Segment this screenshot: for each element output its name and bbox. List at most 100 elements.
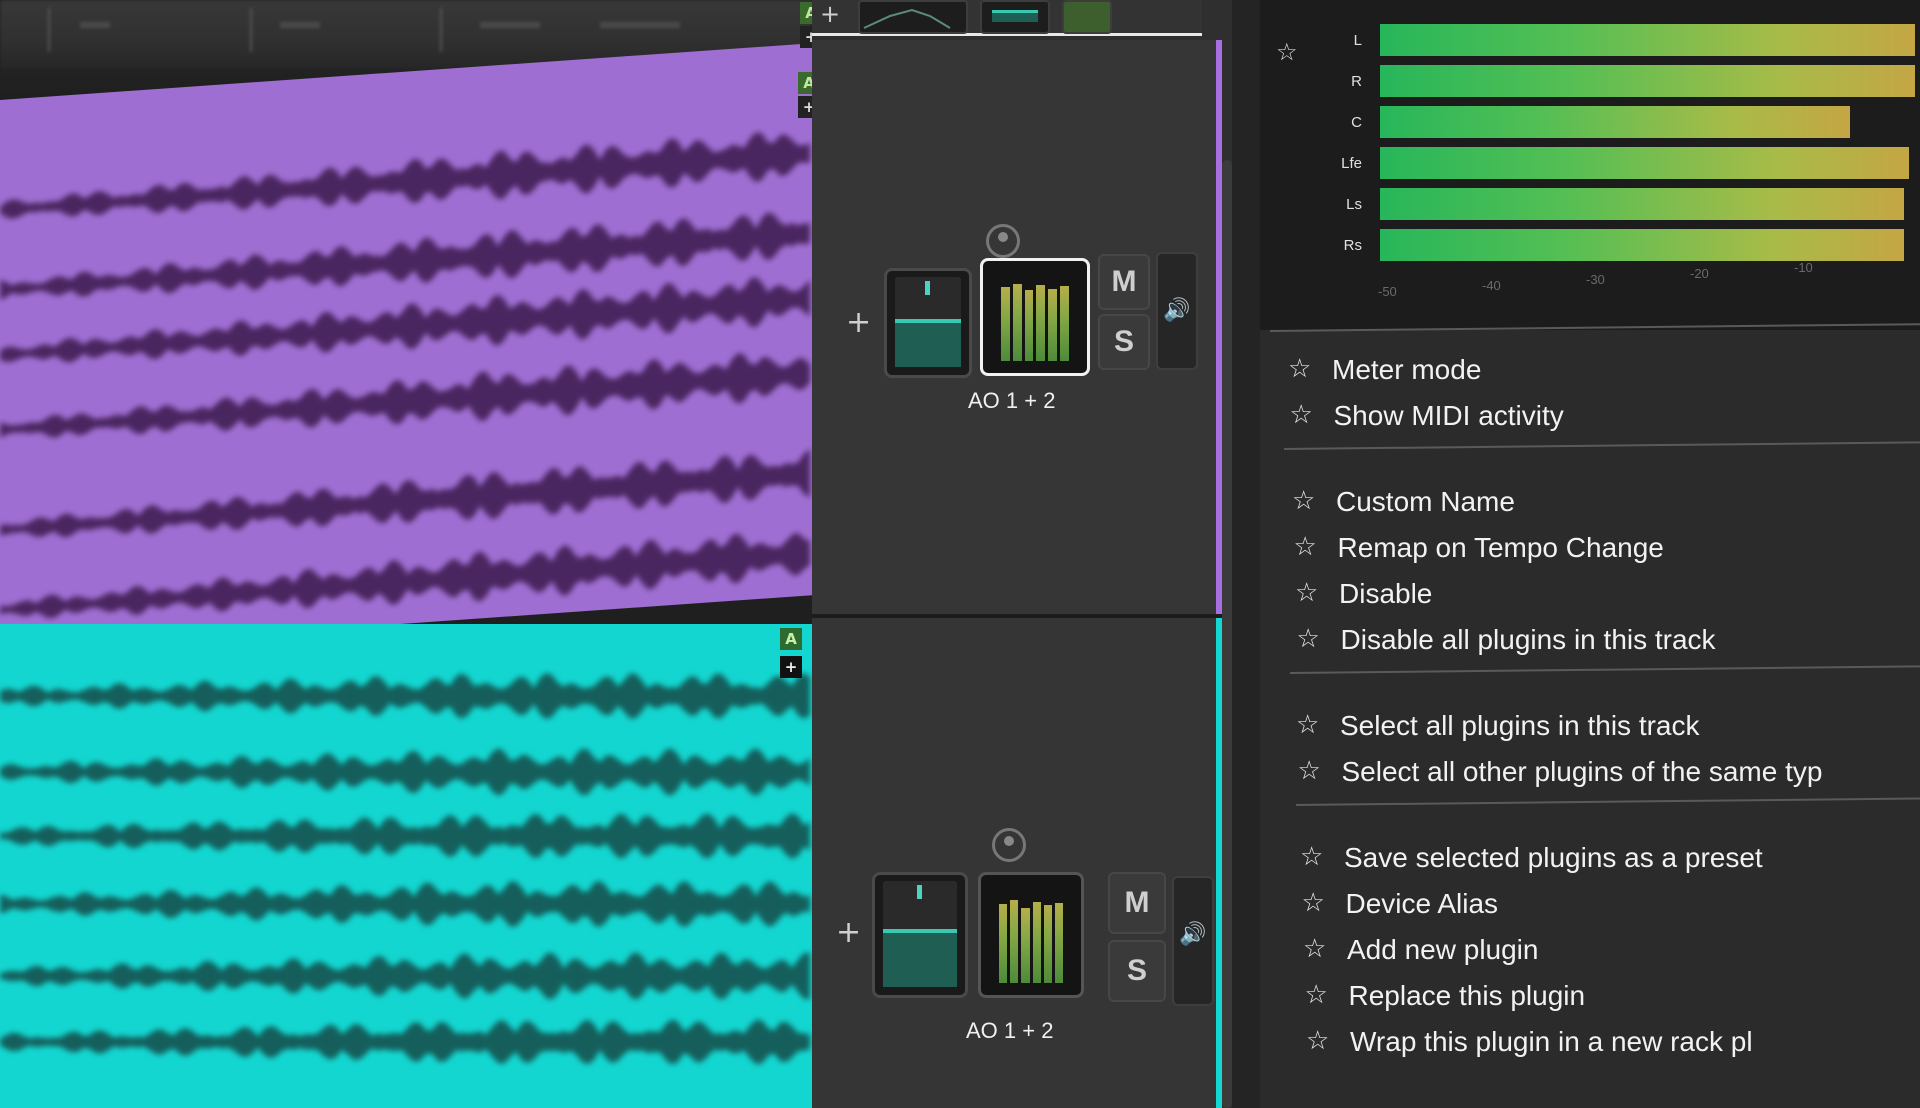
meter-channel-bar xyxy=(1380,147,1909,179)
menu-separator xyxy=(1296,797,1920,806)
clip-add-button[interactable]: + xyxy=(780,656,802,678)
context-menu-item[interactable]: ☆ Disable all plugins in this track xyxy=(1297,622,1913,658)
context-menu-item-label: Add new plugin xyxy=(1347,934,1539,965)
solo-button[interactable]: S xyxy=(1108,940,1166,1002)
favorite-star-icon[interactable]: ☆ xyxy=(1276,40,1298,64)
level-meter-bars xyxy=(999,891,1064,983)
volume-fader-plugin[interactable] xyxy=(884,268,972,378)
mute-button[interactable]: M xyxy=(1098,254,1150,310)
input-monitor-icon[interactable] xyxy=(992,828,1026,862)
favorite-star-icon[interactable]: ☆ xyxy=(1290,400,1313,430)
menu-separator xyxy=(1290,665,1920,674)
clip-add-button[interactable]: + xyxy=(800,26,812,48)
favorite-star-icon[interactable]: ☆ xyxy=(1306,1026,1329,1056)
add-plugin-icon[interactable]: + xyxy=(820,2,840,26)
audio-clip-track-1[interactable] xyxy=(0,43,812,653)
context-menu-item-label: Select all other plugins of the same typ xyxy=(1341,756,1823,787)
eq-thumbnail[interactable] xyxy=(858,0,968,34)
meter-channel-bar xyxy=(1380,229,1904,261)
clip-automation-flag[interactable]: A xyxy=(798,72,812,94)
volume-fader-plugin[interactable] xyxy=(872,872,968,998)
meter-scale-label: -20 xyxy=(1690,266,1709,281)
favorite-star-icon[interactable]: ☆ xyxy=(1303,934,1326,964)
favorite-star-icon[interactable]: ☆ xyxy=(1288,354,1311,384)
context-menu-item-label: Show MIDI activity xyxy=(1333,400,1564,431)
context-menu-item[interactable]: ☆ Disable xyxy=(1295,576,1911,612)
fader-handle[interactable] xyxy=(925,281,930,295)
audio-clip-track-2[interactable] xyxy=(0,624,812,1108)
solo-button[interactable]: S xyxy=(1098,314,1150,370)
context-menu-item[interactable]: ☆ Custom Name xyxy=(1292,484,1908,520)
waveform-channel xyxy=(0,952,810,1000)
favorite-star-icon[interactable]: ☆ xyxy=(1294,532,1317,562)
waveform-channel xyxy=(0,1019,810,1065)
favorite-star-icon[interactable]: ☆ xyxy=(1298,756,1321,786)
arrangement-area[interactable]: A + A + A + xyxy=(0,0,812,1108)
track-header-above[interactable]: + xyxy=(812,0,1202,36)
context-menu-item[interactable]: ☆ Device Alias xyxy=(1302,886,1910,922)
waveform-channel xyxy=(0,813,810,859)
waveform-channel xyxy=(0,532,810,619)
meter-scale-label: -40 xyxy=(1482,278,1501,293)
meter-scale-label: -50 xyxy=(1378,284,1397,299)
favorite-star-icon[interactable]: ☆ xyxy=(1302,888,1325,918)
output-routing-label[interactable]: AO 1 + 2 xyxy=(966,1018,1053,1044)
waveform-channel xyxy=(0,448,810,538)
context-menu-item[interactable]: ☆ Show MIDI activity xyxy=(1290,398,1910,434)
favorite-star-icon[interactable]: ☆ xyxy=(1292,486,1315,516)
clip-automation-flag[interactable]: A xyxy=(800,2,812,24)
meter-channel-label: L xyxy=(1353,32,1362,49)
meter-channel-bar xyxy=(1380,188,1904,220)
track-header-1[interactable]: + M S 🔊 AO 1 + 2 xyxy=(812,40,1222,615)
meter-channel-label: Lfe xyxy=(1341,155,1362,172)
context-menu-item[interactable]: ☆ Wrap this plugin in a new rack pl xyxy=(1306,1024,1914,1060)
waveform-channel xyxy=(0,276,810,363)
add-plugin-icon[interactable]: + xyxy=(846,308,871,338)
meter-channel-label: Rs xyxy=(1343,237,1362,254)
meter-channel-bar xyxy=(1380,24,1915,56)
favorite-star-icon[interactable]: ☆ xyxy=(1297,624,1320,654)
track-scrollbar[interactable] xyxy=(1222,160,1232,1108)
favorite-star-icon[interactable]: ☆ xyxy=(1300,842,1323,872)
waveform-channel xyxy=(0,672,810,720)
context-menu-item[interactable]: ☆ Add new plugin xyxy=(1303,932,1911,968)
favorite-star-icon[interactable]: ☆ xyxy=(1296,710,1319,740)
surround-meter: ☆ L R C Lfe Ls Rs -50 -40 -30 -20 -10 xyxy=(1260,0,1920,330)
favorite-star-icon[interactable]: ☆ xyxy=(1305,980,1328,1010)
context-menu-item-label: Wrap this plugin in a new rack pl xyxy=(1350,1026,1753,1057)
add-plugin-icon[interactable]: + xyxy=(836,918,861,948)
mute-button[interactable]: M xyxy=(1108,872,1166,934)
waveform-channel xyxy=(0,132,810,219)
meter-channel-bar xyxy=(1380,65,1915,97)
meter-thumbnail[interactable] xyxy=(1062,0,1112,34)
menu-separator xyxy=(1284,441,1920,450)
context-menu-item-label: Device Alias xyxy=(1345,888,1499,919)
meter-scale-label: -30 xyxy=(1586,272,1605,287)
input-monitor-icon[interactable] xyxy=(986,224,1020,258)
context-menu-item[interactable]: ☆ Save selected plugins as a preset xyxy=(1300,840,1908,876)
waveform-channel xyxy=(0,352,810,438)
context-menu-item[interactable]: ☆ Remap on Tempo Change xyxy=(1294,530,1910,566)
waveform-channel xyxy=(0,880,810,928)
speaker-glyph: 🔊 xyxy=(1163,298,1191,323)
fader-handle[interactable] xyxy=(917,885,922,899)
clip-add-button[interactable]: + xyxy=(798,96,812,118)
context-menu-item-label: Custom Name xyxy=(1336,486,1515,517)
favorite-star-icon[interactable]: ☆ xyxy=(1295,578,1318,608)
context-menu-item[interactable]: ☆ Replace this plugin xyxy=(1305,978,1913,1014)
output-routing-label[interactable]: AO 1 + 2 xyxy=(968,388,1055,414)
context-menu-item-label: Replace this plugin xyxy=(1348,980,1586,1011)
context-panel: ☆ L R C Lfe Ls Rs -50 -40 -30 -20 -10 ☆ Meter mode… xyxy=(1260,0,1920,1108)
speaker-icon[interactable]: 🔊 xyxy=(1156,252,1198,370)
speaker-icon[interactable]: 🔊 xyxy=(1172,876,1214,1006)
context-menu-item[interactable]: ☆ Select all plugins in this track xyxy=(1296,708,1908,744)
level-meter-plugin[interactable] xyxy=(978,872,1084,998)
fader-thumbnail[interactable] xyxy=(980,0,1050,34)
level-meter-plugin[interactable] xyxy=(980,258,1090,376)
context-menu-item[interactable]: ☆ Select all other plugins of the same ty… xyxy=(1298,754,1910,790)
track-header-2[interactable]: + M S 🔊 AO 1 + 2 xyxy=(812,618,1222,1108)
clip-automation-flag[interactable]: A xyxy=(780,628,802,650)
meter-channel-label: C xyxy=(1351,114,1362,131)
context-menu-item-label: Remap on Tempo Change xyxy=(1337,532,1664,563)
context-menu-item[interactable]: ☆ Meter mode xyxy=(1288,352,1908,388)
